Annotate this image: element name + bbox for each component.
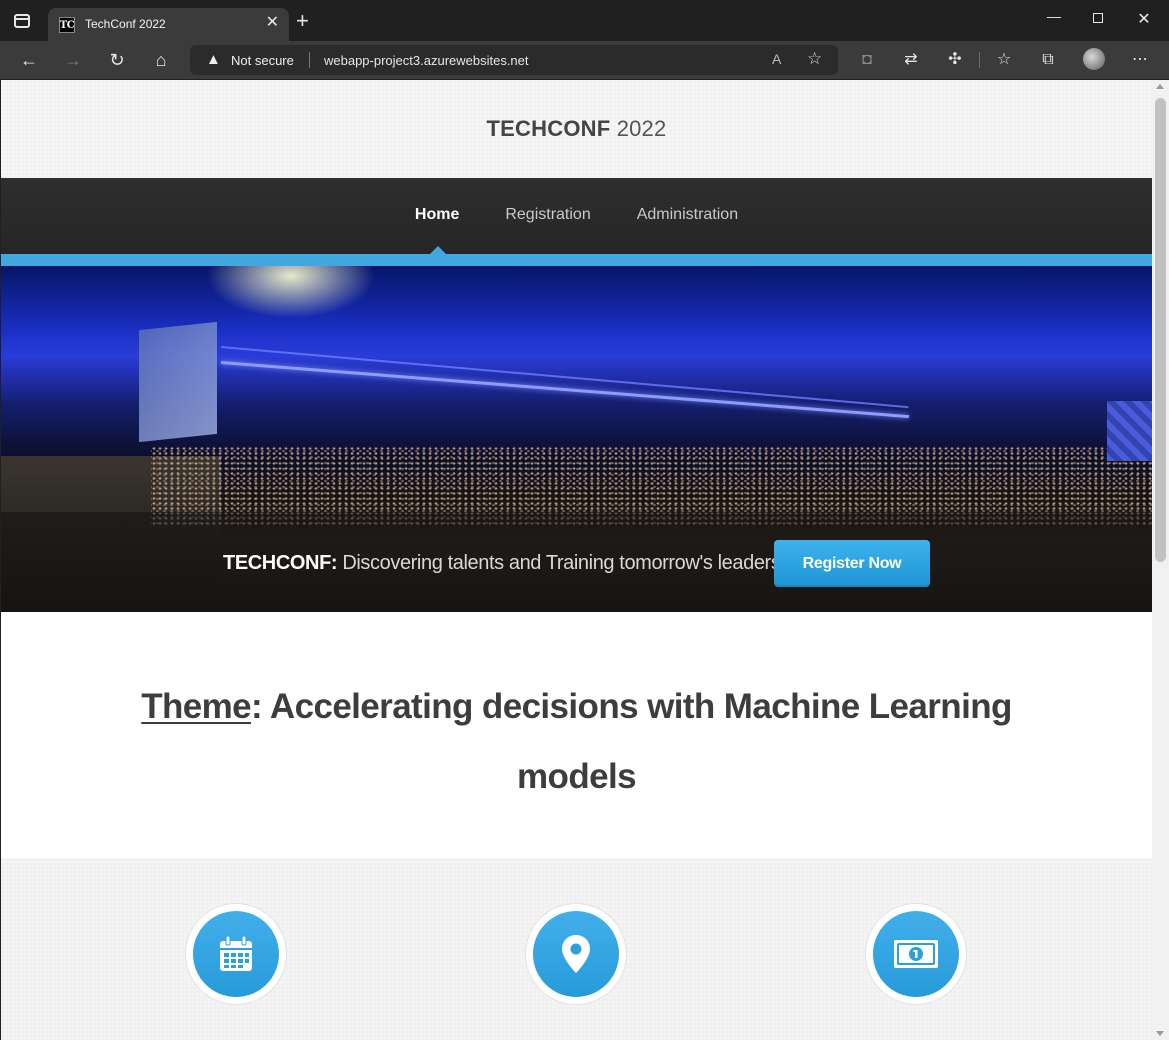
new-tab-icon[interactable]: + bbox=[296, 10, 309, 32]
window-close-icon[interactable]: ✕ bbox=[1134, 9, 1154, 29]
back-icon[interactable]: ← bbox=[17, 49, 41, 71]
address-bar[interactable]: ▲ Not secure webapp-project3.azurewebsit… bbox=[190, 45, 838, 75]
translate-icon[interactable]: ⇄ bbox=[900, 50, 922, 70]
extensions-icon[interactable]: ✣ bbox=[944, 50, 966, 70]
page-viewport: TECHCONF 2022 Home Registration Administ… bbox=[1, 80, 1152, 1040]
tab-actions-icon[interactable] bbox=[14, 14, 30, 28]
scroll-up-icon[interactable] bbox=[1156, 84, 1164, 89]
profile-avatar[interactable] bbox=[1083, 48, 1105, 70]
accent-stripe bbox=[1, 254, 1152, 266]
maximize-icon[interactable] bbox=[1088, 10, 1108, 26]
reload-icon[interactable]: ↻ bbox=[105, 49, 129, 71]
money-icon bbox=[894, 940, 938, 968]
page-scrollbar[interactable] bbox=[1152, 80, 1169, 1040]
nav-item-administration[interactable]: Administration bbox=[614, 206, 761, 224]
scroll-down-icon[interactable] bbox=[1156, 1031, 1164, 1036]
theme-heading: Theme: Accelerating decisions with Machi… bbox=[131, 672, 1022, 812]
hero-light-beam bbox=[220, 346, 909, 409]
feature-price bbox=[865, 903, 967, 1005]
hero-side-panel bbox=[1107, 401, 1152, 461]
hero-banner: TECHCONF: Discovering talents and Traini… bbox=[1, 266, 1152, 612]
browser-titlebar: TC TechConf 2022 ✕ + — ✕ bbox=[0, 0, 1169, 41]
site-header: TECHCONF 2022 bbox=[1, 80, 1152, 178]
address-divider bbox=[309, 52, 310, 68]
theme-section: Theme: Accelerating decisions with Machi… bbox=[1, 612, 1152, 858]
map-pin-icon bbox=[562, 935, 590, 973]
security-label[interactable]: Not secure bbox=[231, 53, 294, 68]
hero-stage-screen bbox=[139, 321, 217, 443]
collections-icon[interactable]: ⧉ bbox=[1037, 50, 1059, 70]
tab-close-icon[interactable]: ✕ bbox=[266, 14, 279, 32]
hero-light-beam bbox=[220, 361, 909, 419]
browser-tab[interactable]: TC TechConf 2022 ✕ bbox=[48, 8, 289, 41]
features-section bbox=[1, 858, 1152, 1040]
favorites-icon[interactable]: ☆ bbox=[993, 50, 1015, 70]
tagline-text: Discovering talents and Training tomorro… bbox=[342, 552, 781, 574]
scroll-thumb[interactable] bbox=[1155, 98, 1166, 562]
forward-icon[interactable]: → bbox=[61, 49, 85, 71]
active-nav-indicator bbox=[430, 246, 446, 254]
calendar-icon bbox=[220, 935, 252, 971]
more-icon[interactable]: ⋯ bbox=[1129, 50, 1151, 70]
tagline-brand: TECHCONF: bbox=[223, 552, 338, 574]
site-logo[interactable]: TECHCONF 2022 bbox=[487, 116, 667, 142]
logo-year: 2022 bbox=[616, 116, 667, 141]
tab-title: TechConf 2022 bbox=[85, 17, 166, 31]
url-text[interactable]: webapp-project3.azurewebsites.net bbox=[324, 53, 529, 68]
theme-text: : Accelerating decisions with Machine Le… bbox=[251, 687, 1012, 796]
hero-tagline: TECHCONF: Discovering talents and Traini… bbox=[223, 552, 781, 575]
logo-brand: TECHCONF bbox=[486, 116, 611, 141]
browser-toolbar: ← → ↻ ⌂ ▲ Not secure webapp-project3.azu… bbox=[0, 41, 1169, 79]
read-aloud-icon[interactable]: A bbox=[772, 51, 781, 67]
theme-label: Theme bbox=[141, 687, 252, 726]
favicon-icon: TC bbox=[59, 17, 75, 33]
nav-item-registration[interactable]: Registration bbox=[482, 206, 613, 224]
feature-location bbox=[525, 903, 627, 1005]
home-icon[interactable]: ⌂ bbox=[149, 49, 173, 71]
minimize-icon[interactable]: — bbox=[1044, 8, 1064, 24]
toolbar-divider bbox=[979, 52, 980, 68]
warning-icon: ▲ bbox=[206, 51, 221, 68]
nav-item-home[interactable]: Home bbox=[392, 206, 482, 224]
shield-icon[interactable]: ◘ bbox=[856, 50, 878, 70]
feature-date bbox=[185, 903, 287, 1005]
main-nav: Home Registration Administration bbox=[1, 178, 1152, 254]
add-favorite-icon[interactable]: ☆ bbox=[807, 49, 822, 69]
register-now-button[interactable]: Register Now bbox=[774, 540, 930, 587]
